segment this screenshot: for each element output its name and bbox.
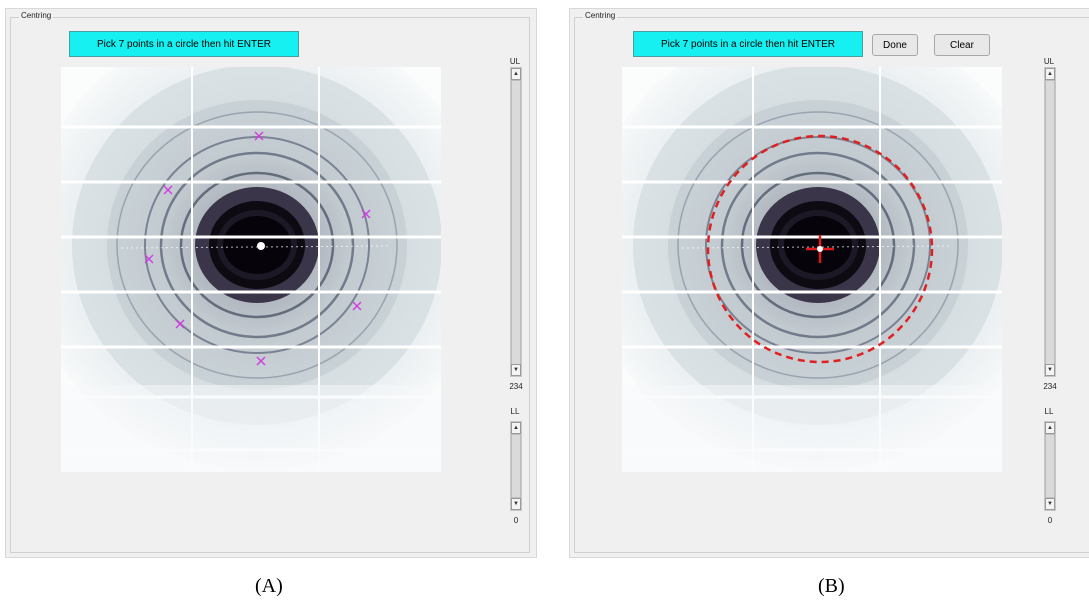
- lower-limit-scrollbar[interactable]: ▲ ▼: [1044, 421, 1056, 511]
- scroll-thumb[interactable]: [1045, 434, 1055, 498]
- instruction-button[interactable]: Pick 7 points in a circle then hit ENTER: [633, 31, 863, 57]
- down-arrow-icon[interactable]: ▼: [1045, 498, 1055, 510]
- picked-points-overlay: [144, 131, 371, 366]
- caption-b: (B): [818, 575, 845, 597]
- down-arrow-icon[interactable]: ▼: [511, 498, 521, 510]
- picked-point-marker: [352, 301, 362, 311]
- scroll-thumb[interactable]: [511, 80, 521, 366]
- scroll-thumb[interactable]: [1045, 80, 1055, 366]
- group-title: Centring: [583, 10, 618, 22]
- fit-overlay: [706, 134, 934, 364]
- group-title: Centring: [19, 10, 54, 22]
- upper-limit-scrollbar[interactable]: ▲ ▼: [1044, 67, 1056, 377]
- centring-panel-b: Centring Pick 7 points in a circle then …: [569, 8, 1089, 558]
- up-arrow-icon[interactable]: ▲: [511, 422, 521, 434]
- upper-limit-scrollbar[interactable]: ▲ ▼: [510, 67, 522, 377]
- diffraction-image[interactable]: [61, 67, 441, 472]
- upper-limit-label: UL: [509, 57, 521, 66]
- down-arrow-icon[interactable]: ▼: [511, 364, 521, 376]
- lower-limit-value: 0: [513, 516, 519, 525]
- diffraction-image[interactable]: [622, 67, 1002, 472]
- up-arrow-icon[interactable]: ▲: [1045, 422, 1055, 434]
- clear-button[interactable]: Clear: [934, 34, 990, 56]
- done-button[interactable]: Done: [872, 34, 918, 56]
- up-arrow-icon[interactable]: ▲: [511, 68, 521, 80]
- caption-a: (A): [255, 575, 283, 597]
- scroll-thumb[interactable]: [511, 434, 521, 498]
- lower-limit-value: 0: [1047, 516, 1053, 525]
- lower-limit-label: LL: [510, 407, 520, 416]
- upper-limit-value: 234: [509, 382, 523, 391]
- picked-point-marker: [144, 254, 154, 264]
- picked-point-marker: [361, 209, 371, 219]
- lower-limit-scrollbar[interactable]: ▲ ▼: [510, 421, 522, 511]
- upper-limit-value: 234: [1043, 382, 1057, 391]
- picked-point-marker: [256, 356, 266, 366]
- centring-panel-a: Centring Pick 7 points in a circle then …: [5, 8, 537, 558]
- down-arrow-icon[interactable]: ▼: [1045, 364, 1055, 376]
- upper-limit-label: UL: [1043, 57, 1055, 66]
- up-arrow-icon[interactable]: ▲: [1045, 68, 1055, 80]
- picked-point-marker: [175, 319, 185, 329]
- instruction-button[interactable]: Pick 7 points in a circle then hit ENTER: [69, 31, 299, 57]
- picked-point-marker: [254, 131, 264, 141]
- picked-point-marker: [163, 185, 173, 195]
- lower-limit-label: LL: [1044, 407, 1054, 416]
